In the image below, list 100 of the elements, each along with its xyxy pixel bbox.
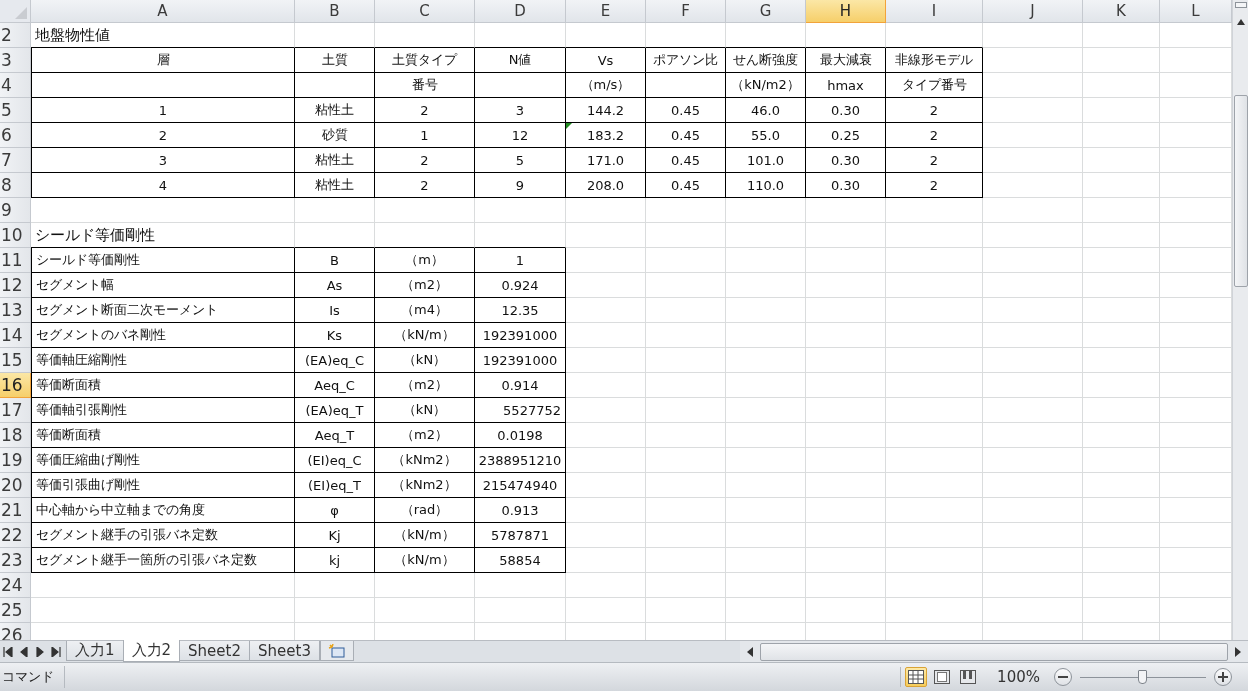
sheet-cell[interactable]: 101.0 bbox=[726, 148, 806, 173]
sheet-cell[interactable]: 粘性土 bbox=[295, 173, 375, 198]
sheet-cell[interactable]: 2 bbox=[886, 98, 983, 123]
sheet-cell[interactable]: 192391000 bbox=[475, 348, 566, 373]
sheet-cell[interactable]: （m2） bbox=[375, 373, 475, 398]
row-header[interactable]: 24 bbox=[0, 573, 31, 598]
row-header[interactable]: 18 bbox=[0, 423, 31, 448]
sheet-cell[interactable]: 等価断面積 bbox=[31, 373, 295, 398]
column-header[interactable]: I bbox=[886, 0, 983, 23]
sheet-tab[interactable]: 入力1 bbox=[66, 641, 124, 661]
sheet-cell[interactable]: 0.924 bbox=[475, 273, 566, 298]
row-header[interactable]: 6 bbox=[0, 123, 31, 148]
sheet-cell[interactable]: 5 bbox=[475, 148, 566, 173]
sheet-cell[interactable]: （rad） bbox=[375, 498, 475, 523]
sheet-cell[interactable]: Is bbox=[295, 298, 375, 323]
sheet-cell[interactable]: 2 bbox=[375, 148, 475, 173]
row-header[interactable]: 10 bbox=[0, 223, 31, 248]
column-header[interactable]: A bbox=[31, 0, 295, 23]
row-header[interactable]: 21 bbox=[0, 498, 31, 523]
sheet-cell[interactable]: 5527752 bbox=[475, 398, 566, 423]
zoom-out-button[interactable] bbox=[1054, 668, 1072, 686]
select-all-corner[interactable] bbox=[0, 0, 31, 23]
sheet-cell[interactable]: セグメント断面二次モーメント bbox=[31, 298, 295, 323]
sheet-cell[interactable]: φ bbox=[295, 498, 375, 523]
sheet-cell[interactable]: 2 bbox=[886, 148, 983, 173]
row-header[interactable]: 22 bbox=[0, 523, 31, 548]
sheet-cell[interactable]: Aeq_T bbox=[295, 423, 375, 448]
sheet-cell[interactable]: （m2） bbox=[375, 273, 475, 298]
sheet-cell[interactable]: 0.30 bbox=[806, 173, 886, 198]
sheet-cell[interactable]: As bbox=[295, 273, 375, 298]
sheet-cell[interactable]: 土質 bbox=[295, 48, 375, 73]
row-header[interactable]: 25 bbox=[0, 598, 31, 623]
row-header[interactable]: 19 bbox=[0, 448, 31, 473]
sheet-cell[interactable]: （kN/m） bbox=[375, 523, 475, 548]
column-header[interactable]: C bbox=[375, 0, 475, 23]
sheet-cell[interactable]: Vs bbox=[566, 48, 646, 73]
sheet-cell[interactable]: 0.25 bbox=[806, 123, 886, 148]
sheet-cell[interactable]: Ks bbox=[295, 323, 375, 348]
sheet-cell[interactable]: （m4） bbox=[375, 298, 475, 323]
insert-sheet-button[interactable] bbox=[319, 641, 354, 661]
sheet-cell[interactable]: 等価圧縮曲げ剛性 bbox=[31, 448, 295, 473]
vertical-scrollbar[interactable] bbox=[1232, 0, 1248, 640]
row-header[interactable]: 17 bbox=[0, 398, 31, 423]
sheet-cell[interactable]: 12 bbox=[475, 123, 566, 148]
column-header[interactable]: L bbox=[1160, 0, 1232, 23]
sheet-cell[interactable]: 0.30 bbox=[806, 98, 886, 123]
sheet-cell[interactable]: 12.35 bbox=[475, 298, 566, 323]
sheet-cell[interactable]: 5787871 bbox=[475, 523, 566, 548]
sheet-cell[interactable]: 215474940 bbox=[475, 473, 566, 498]
sheet-cell[interactable]: 等価引張曲げ剛性 bbox=[31, 473, 295, 498]
sheet-cell[interactable]: hmax bbox=[806, 73, 886, 98]
sheet-cell[interactable]: 55.0 bbox=[726, 123, 806, 148]
row-header[interactable]: 8 bbox=[0, 173, 31, 198]
sheet-cell[interactable]: 110.0 bbox=[726, 173, 806, 198]
sheet-cell[interactable]: (EA)eq_C bbox=[295, 348, 375, 373]
column-header[interactable]: K bbox=[1083, 0, 1160, 23]
sheet-cell[interactable]: 最大減衰 bbox=[806, 48, 886, 73]
row-header[interactable]: 13 bbox=[0, 298, 31, 323]
sheet-cell[interactable]: ポアソン比 bbox=[646, 48, 726, 73]
scroll-thumb[interactable] bbox=[1233, 95, 1248, 287]
row-header[interactable]: 23 bbox=[0, 548, 31, 573]
sheet-cell[interactable]: 3 bbox=[475, 98, 566, 123]
row-header[interactable]: 4 bbox=[0, 73, 31, 98]
section-title[interactable]: シールド等価剛性 bbox=[31, 223, 295, 248]
sheet-cell[interactable]: 0.0198 bbox=[475, 423, 566, 448]
column-header[interactable]: J bbox=[983, 0, 1083, 23]
sheet-cell[interactable]: 粘性土 bbox=[295, 148, 375, 173]
sheet-cell[interactable]: 3 bbox=[31, 148, 295, 173]
sheet-cell[interactable]: （m2） bbox=[375, 423, 475, 448]
sheet-cell[interactable]: せん断強度 bbox=[726, 48, 806, 73]
row-header[interactable]: 15 bbox=[0, 348, 31, 373]
sheet-cell[interactable]: 1 bbox=[475, 248, 566, 273]
column-header[interactable]: G bbox=[726, 0, 806, 23]
sheet-cell[interactable]: 0.914 bbox=[475, 373, 566, 398]
split-box-icon[interactable] bbox=[1234, 2, 1247, 8]
sheet-cell[interactable]: （kNm2） bbox=[375, 448, 475, 473]
column-header[interactable]: E bbox=[566, 0, 646, 23]
sheet-cell[interactable]: N値 bbox=[475, 48, 566, 73]
row-header[interactable]: 2 bbox=[0, 23, 31, 48]
sheet-cell[interactable]: （m） bbox=[375, 248, 475, 273]
sheet-cell[interactable]: セグメント継手の引張バネ定数 bbox=[31, 523, 295, 548]
row-header[interactable]: 14 bbox=[0, 323, 31, 348]
row-header[interactable]: 9 bbox=[0, 198, 31, 223]
column-header[interactable]: D bbox=[475, 0, 566, 23]
horizontal-scrollbar[interactable] bbox=[740, 641, 1248, 662]
sheet-cell[interactable]: 192391000 bbox=[475, 323, 566, 348]
column-header[interactable]: H bbox=[806, 0, 886, 23]
sheet-cell[interactable]: 層 bbox=[31, 48, 295, 73]
row-header[interactable]: 16 bbox=[0, 373, 31, 398]
sheet-cell[interactable]: 0.913 bbox=[475, 498, 566, 523]
column-header[interactable]: F bbox=[646, 0, 726, 23]
sheet-tab[interactable]: 入力2 bbox=[122, 640, 181, 662]
row-header[interactable]: 11 bbox=[0, 248, 31, 273]
sheet-cell[interactable]: 4 bbox=[31, 173, 295, 198]
sheet-cell[interactable]: 2 bbox=[375, 173, 475, 198]
sheet-cell[interactable]: （kN） bbox=[375, 398, 475, 423]
sheet-cell[interactable]: 0.45 bbox=[646, 148, 726, 173]
sheet-cell[interactable]: Aeq_C bbox=[295, 373, 375, 398]
row-header[interactable]: 7 bbox=[0, 148, 31, 173]
row-header[interactable]: 20 bbox=[0, 473, 31, 498]
